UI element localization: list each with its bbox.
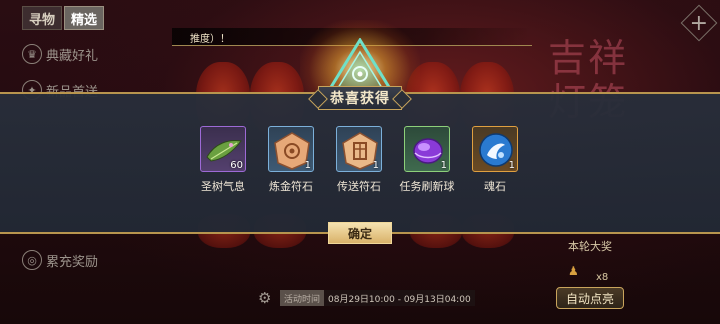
event-time-bar: 活动时间 08月29日10:00 - 09月13日04:00 — [280, 290, 475, 306]
item-count: 1 — [508, 160, 515, 171]
item-slot: 60 — [200, 126, 246, 172]
item-name: 任务刷新球 — [399, 180, 455, 193]
item-name: 圣树气息 — [201, 180, 245, 193]
reward-item[interactable]: 60 圣树气息 — [200, 126, 246, 193]
category-tabs: 寻物 精选 — [22, 6, 104, 30]
reward-item-list: 60 圣树气息 1 炼金符石 1 传送符石 1 任务刷新球 1 魂石 — [198, 126, 528, 193]
coin-icon: ◎ — [22, 250, 42, 270]
reward-item[interactable]: 1 任务刷新球 — [400, 126, 455, 193]
auto-light-button[interactable]: 自动点亮 — [556, 287, 624, 309]
item-slot: 1 — [268, 126, 314, 172]
event-time-label: 活动时间 — [280, 290, 325, 306]
confirm-button[interactable]: 确定 — [328, 222, 392, 244]
item-count: 1 — [304, 160, 311, 171]
reward-item[interactable]: 1 传送符石 — [336, 126, 382, 193]
sidebar-item-label: 典藏好礼 — [46, 48, 99, 64]
item-count: 60 — [230, 160, 243, 171]
item-count: 1 — [440, 160, 447, 171]
sidebar-item-recharge[interactable]: ◎ 累充奖励 — [22, 250, 98, 270]
sidebar-item-collection[interactable]: ♛ 典藏好礼 — [22, 44, 98, 64]
item-slot: 1 — [472, 126, 518, 172]
event-time-value: 08月29日10:00 - 09月13日04:00 — [324, 290, 475, 306]
prize-count: x8 — [596, 272, 609, 283]
reward-item[interactable]: 1 魂石 — [472, 126, 518, 193]
crown-icon: ♛ — [22, 44, 42, 64]
character-icon: ♟ — [568, 264, 579, 278]
close-icon: + — [689, 10, 709, 36]
item-slot: 1 — [336, 126, 382, 172]
item-name: 魂石 — [484, 180, 506, 193]
reward-dialog-header: 恭喜获得 — [318, 86, 402, 110]
item-slot: 1 — [404, 126, 450, 172]
notice-banner-text: 推度）！ — [190, 34, 230, 45]
item-count: 1 — [372, 160, 379, 171]
reward-dialog-title: 恭喜获得 — [330, 91, 390, 107]
reward-item[interactable]: 1 炼金符石 — [268, 126, 314, 193]
grand-prize-label: 本轮大奖 — [568, 240, 612, 253]
item-name: 传送符石 — [337, 180, 381, 193]
item-name: 炼金符石 — [269, 180, 313, 193]
close-button[interactable]: + — [680, 4, 718, 42]
gear-icon: ⚙ — [258, 289, 272, 307]
sidebar-item-label: 累充奖励 — [46, 254, 99, 270]
tab-search[interactable]: 寻物 — [22, 6, 62, 30]
tab-featured[interactable]: 精选 — [64, 6, 104, 30]
